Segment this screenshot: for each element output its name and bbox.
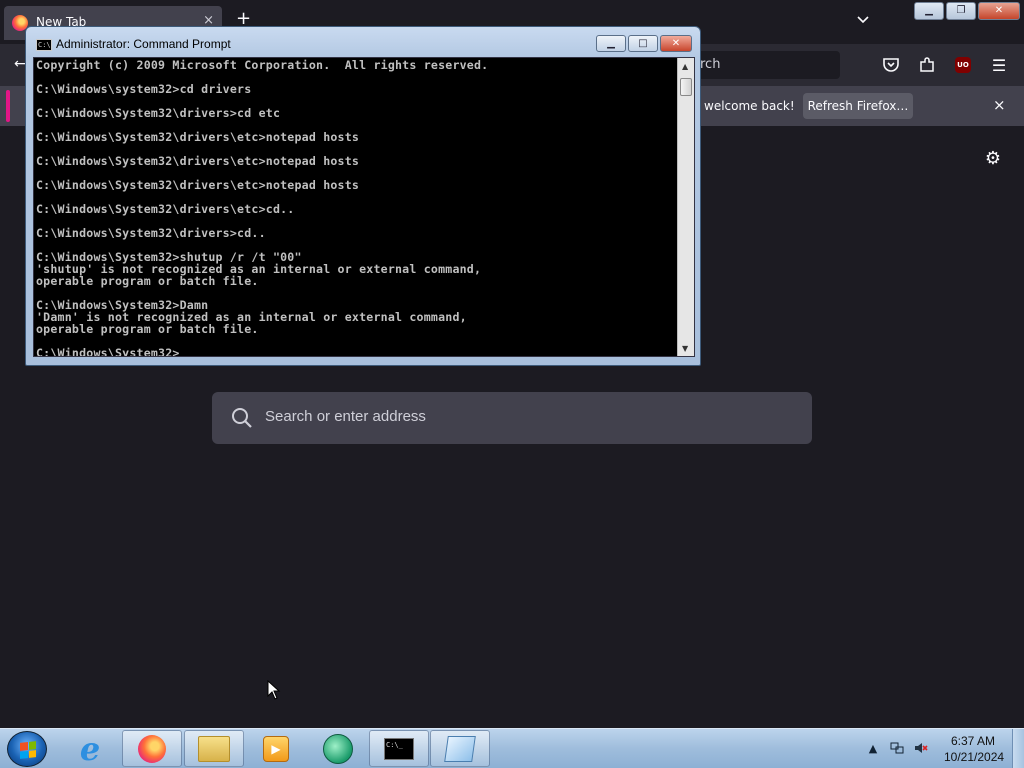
- console-line: C:\Windows\System32\drivers>cd etc: [36, 106, 281, 120]
- url-bar-text: rch: [700, 57, 721, 72]
- close-window-button[interactable]: ✕: [978, 2, 1020, 20]
- command-prompt-taskbar-button[interactable]: C:\_: [369, 730, 429, 767]
- toolbar-icons: UO ☰: [880, 54, 1010, 76]
- console-line: C:\Windows\system32>cd drivers: [36, 82, 252, 96]
- folder-icon: [198, 735, 230, 762]
- cmd-window-controls: ▁ □ ✕: [596, 35, 692, 52]
- extensions-icon[interactable]: [916, 54, 938, 76]
- firefox-window-controls: ▁ ❐ ✕: [914, 2, 1020, 20]
- cmd-close-button[interactable]: ✕: [660, 35, 692, 52]
- app-taskbar-button[interactable]: [308, 730, 368, 767]
- refresh-firefox-button[interactable]: Refresh Firefox…: [803, 93, 913, 119]
- scroll-up-arrow-icon[interactable]: ▲: [682, 62, 688, 71]
- clock-date: 10/21/2024: [944, 750, 1005, 764]
- show-desktop-button[interactable]: [1012, 729, 1024, 768]
- firefox-icon: [138, 734, 166, 763]
- console-line: C:\Windows\System32>_: [36, 346, 187, 357]
- restore-button[interactable]: ❐: [946, 2, 976, 20]
- clock[interactable]: 6:37 AM 10/21/2024: [944, 733, 1005, 765]
- media-player-taskbar-button[interactable]: ▶: [246, 730, 306, 767]
- minimize-button[interactable]: ▁: [914, 2, 944, 20]
- start-button[interactable]: [7, 731, 47, 767]
- scroll-thumb[interactable]: [680, 78, 692, 96]
- internet-explorer-icon: e: [79, 729, 101, 768]
- scroll-down-arrow-icon[interactable]: ▼: [682, 344, 688, 353]
- show-hidden-icons-chevron-icon[interactable]: ▲: [866, 741, 880, 755]
- mouse-pointer-icon: [267, 680, 281, 700]
- console-line: C:\Windows\System32\drivers\etc>notepad …: [36, 154, 360, 168]
- console-line: operable program or batch file.: [36, 274, 259, 288]
- command-prompt-window[interactable]: C:\ Administrator: Command Prompt ▁ □ ✕ …: [25, 26, 701, 366]
- taskbar: e ▶ C:\_ ▲ 6:37 AM 10/21/2024: [0, 728, 1024, 768]
- console-line: Copyright (c) 2009 Microsoft Corporation…: [36, 58, 489, 72]
- notepad-taskbar-button[interactable]: [430, 730, 490, 767]
- tab-list-chevron-icon[interactable]: [857, 14, 869, 26]
- network-icon[interactable]: [890, 741, 904, 755]
- notification-text: welcome back!: [704, 99, 795, 113]
- console-scrollbar[interactable]: ▲ ▼: [677, 58, 694, 356]
- windows-logo-icon: [20, 741, 36, 759]
- back-arrow-icon[interactable]: ←: [14, 56, 26, 72]
- internet-explorer-taskbar-button[interactable]: e: [60, 729, 120, 768]
- notification-close-button[interactable]: ×: [993, 96, 1006, 114]
- console-line: C:\Windows\System32\drivers>cd..: [36, 226, 266, 240]
- console-output: Copyright (c) 2009 Microsoft Corporation…: [36, 58, 674, 357]
- gear-icon[interactable]: ⚙: [983, 149, 1003, 169]
- explorer-taskbar-button[interactable]: [184, 730, 244, 767]
- cmd-minimize-button[interactable]: ▁: [596, 35, 626, 52]
- cmd-window-icon: C:\: [36, 39, 52, 51]
- window-title: Administrator: Command Prompt: [56, 37, 231, 51]
- search-icon: [232, 408, 252, 428]
- console-line: operable program or batch file.: [36, 322, 259, 336]
- clock-time: 6:37 AM: [950, 734, 996, 748]
- ublock-icon[interactable]: UO: [952, 54, 974, 76]
- search-input[interactable]: Search or enter address: [212, 392, 812, 444]
- console-line: C:\Windows\System32\drivers\etc>notepad …: [36, 130, 360, 144]
- notification-accent: [6, 90, 10, 122]
- app-icon: [323, 733, 353, 764]
- notepad-icon: [444, 735, 476, 762]
- pocket-icon[interactable]: [880, 54, 902, 76]
- firefox-taskbar-button[interactable]: [122, 730, 182, 767]
- menu-icon[interactable]: ☰: [988, 54, 1010, 76]
- console-line: C:\Windows\System32\drivers\etc>cd..: [36, 202, 295, 216]
- console-line: C:\Windows\System32\drivers\etc>notepad …: [36, 178, 360, 192]
- media-player-icon: ▶: [263, 735, 289, 762]
- search-placeholder: Search or enter address: [265, 408, 426, 425]
- cmd-maximize-button[interactable]: □: [628, 35, 658, 52]
- system-tray: ▲: [866, 741, 928, 755]
- console-area[interactable]: Copyright (c) 2009 Microsoft Corporation…: [33, 57, 695, 357]
- command-prompt-icon: C:\_: [384, 737, 414, 760]
- volume-muted-icon[interactable]: [914, 741, 928, 755]
